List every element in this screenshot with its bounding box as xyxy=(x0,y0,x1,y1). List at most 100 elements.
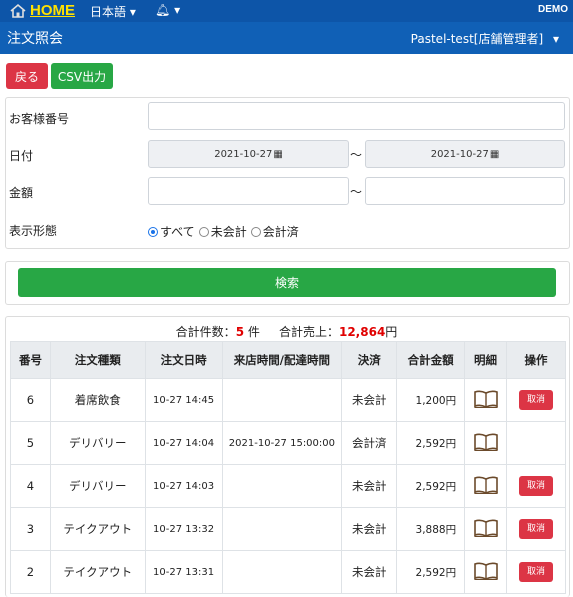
operation-cell xyxy=(506,421,566,465)
payment-status: 未会計 xyxy=(341,507,398,551)
total-sales-unit: 円 xyxy=(385,325,398,339)
back-button[interactable]: 戻る xyxy=(6,63,48,89)
table-row: 5 デリバリー 10-27 14:04 2021-10-27 15:00:00 会計済 2… xyxy=(10,421,566,465)
visit-time: 2021-10-27 15:00:00 xyxy=(221,421,343,465)
date-from-value: 2021-10-27 xyxy=(214,148,273,160)
order-type: テイクアウト xyxy=(49,507,146,551)
title-bar: 注文照会 Pastel-test[店舗管理者] ▾ xyxy=(0,22,573,54)
results-summary: 合計件数：5 件 合計売上：12,864円 xyxy=(0,323,573,340)
book-icon xyxy=(473,519,498,537)
order-total: 2,592円 xyxy=(396,550,466,594)
order-datetime: 10-27 13:32 xyxy=(144,507,223,551)
column-header: 明細 xyxy=(464,341,508,379)
date-range-tilde: ～ xyxy=(350,148,363,162)
customer-number-input[interactable] xyxy=(148,102,565,130)
caret-down-icon: ▾ xyxy=(174,3,181,17)
details-button[interactable] xyxy=(464,464,508,508)
cancel-button[interactable]: 取消 xyxy=(519,476,554,496)
order-total: 2,592円 xyxy=(396,464,466,508)
order-total: 3,888円 xyxy=(396,507,466,551)
visit-time xyxy=(221,507,343,551)
caret-down-icon: ▾ xyxy=(129,5,136,19)
book-icon xyxy=(473,433,498,451)
language-label: 日本語 xyxy=(90,5,127,19)
column-header: 来店時間/配達時間 xyxy=(221,341,343,379)
cancel-button[interactable]: 取消 xyxy=(519,562,554,582)
radio-option-unpaid[interactable]: 未会計 xyxy=(198,223,247,240)
column-header: 合計金額 xyxy=(396,341,466,379)
amount-to-input[interactable] xyxy=(365,177,565,205)
user-dropdown[interactable]: Pastel-test[店舗管理者] ▾ xyxy=(411,30,559,47)
home-label: HOME xyxy=(30,2,75,19)
amount-label: 金額 xyxy=(9,186,34,200)
page-title: 注文照会 xyxy=(7,31,63,47)
display-mode-label: 表示形態 xyxy=(9,224,58,238)
details-button[interactable] xyxy=(464,421,508,465)
column-header: 決済 xyxy=(341,341,398,379)
payment-status: 会計済 xyxy=(341,421,398,465)
amount-from-input[interactable] xyxy=(148,177,349,205)
calendar-icon: ▦ xyxy=(489,148,500,160)
bell-icon: 🔔︎ xyxy=(155,3,171,17)
book-icon xyxy=(473,390,498,408)
display-mode-radio-group: すべて 未会計 会計済 xyxy=(148,223,303,240)
order-type: テイクアウト xyxy=(49,550,146,594)
date-from-input[interactable]: 2021-10-27 ▦ xyxy=(148,140,349,168)
home-link[interactable]: HOME xyxy=(9,2,75,19)
operation-cell: 取消 xyxy=(506,507,566,551)
language-dropdown[interactable]: 日本語 ▾ xyxy=(90,3,136,20)
calendar-icon: ▦ xyxy=(273,148,283,160)
order-number: 6 xyxy=(10,378,51,422)
order-type: デリバリー xyxy=(49,464,146,508)
order-datetime: 10-27 14:04 xyxy=(144,421,223,465)
table-row: 6 着席飲食 10-27 14:45 未会計 1,200円 取消 xyxy=(10,378,566,422)
payment-status: 未会計 xyxy=(341,378,398,422)
payment-status: 未会計 xyxy=(341,464,398,508)
date-to-input[interactable]: 2021-10-27 ▦ xyxy=(365,140,565,168)
book-icon xyxy=(473,476,498,494)
csv-export-button[interactable]: CSV出力 xyxy=(51,63,113,89)
orders-table: 番号 注文種類 注文日時 来店時間/配達時間 決済 合計金額 明細 操作 6 着席… xyxy=(10,341,566,594)
demo-label: DEMO xyxy=(538,4,568,15)
table-row: 3 テイクアウト 10-27 13:32 未会計 3,888円 取消 xyxy=(10,507,566,551)
radio-button-checked[interactable] xyxy=(148,226,158,237)
visit-time xyxy=(221,378,343,422)
date-label: 日付 xyxy=(9,149,34,163)
radio-button[interactable] xyxy=(198,226,209,237)
search-button[interactable]: 検索 xyxy=(18,268,556,297)
order-type: デリバリー xyxy=(49,421,146,465)
order-number: 4 xyxy=(10,464,51,508)
radio-button[interactable] xyxy=(250,226,261,237)
column-header: 注文種類 xyxy=(49,341,146,379)
details-button[interactable] xyxy=(464,378,508,422)
cancel-button[interactable]: 取消 xyxy=(519,519,554,539)
cancel-button[interactable]: 取消 xyxy=(519,390,554,410)
order-datetime: 10-27 13:31 xyxy=(144,550,223,594)
order-number: 5 xyxy=(10,421,51,465)
notification-dropdown[interactable]: 🔔︎ ▾ xyxy=(155,3,180,17)
total-count-label: 合計件数： xyxy=(175,325,236,339)
details-button[interactable] xyxy=(464,507,508,551)
order-total: 1,200円 xyxy=(396,378,466,422)
column-header: 注文日時 xyxy=(144,341,223,379)
visit-time xyxy=(221,550,343,594)
details-button[interactable] xyxy=(464,550,508,594)
total-sales-label: 合計売上： xyxy=(278,325,339,339)
order-total: 2,592円 xyxy=(396,421,466,465)
order-number: 3 xyxy=(10,507,51,551)
table-row: 2 テイクアウト 10-27 13:31 未会計 2,592円 取消 xyxy=(10,550,566,594)
radio-option-paid[interactable]: 会計済 xyxy=(250,223,299,240)
payment-status: 未会計 xyxy=(341,550,398,594)
radio-option-all[interactable]: すべて xyxy=(148,223,195,240)
order-type: 着席飲食 xyxy=(49,378,146,422)
column-header: 操作 xyxy=(506,341,566,379)
user-name: Pastel-test[店舗管理者] xyxy=(410,32,544,46)
order-datetime: 10-27 14:45 xyxy=(144,378,223,422)
total-count-value: 5 xyxy=(235,325,245,339)
total-count-unit: 件 xyxy=(247,325,260,339)
order-number: 2 xyxy=(10,550,51,594)
operation-cell: 取消 xyxy=(506,378,566,422)
top-navbar: HOME 日本語 ▾ 🔔︎ ▾ DEMO xyxy=(0,0,573,22)
book-icon xyxy=(473,562,498,580)
house-icon xyxy=(10,3,26,18)
